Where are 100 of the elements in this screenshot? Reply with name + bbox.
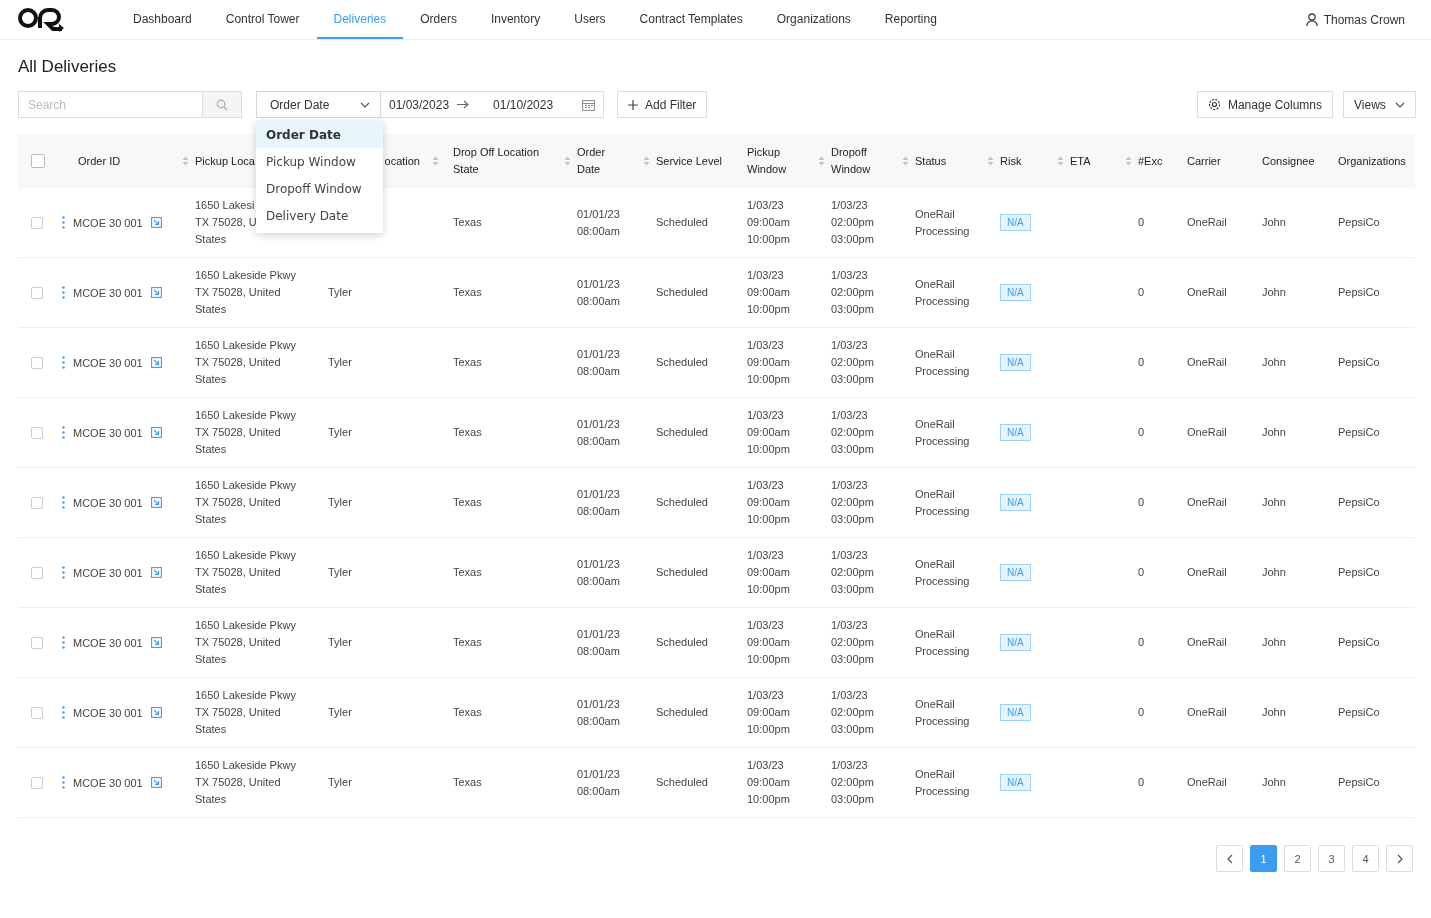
user-icon[interactable] (1305, 13, 1318, 26)
table-cell-text: 1/03/23 09:00am 10:00pm (747, 548, 791, 597)
more-options-icon[interactable] (62, 706, 65, 719)
nav-tab[interactable]: Control Tower (208, 0, 317, 39)
nav-tab[interactable]: Contract Templates (622, 0, 760, 39)
table-cell-text: 0 (1138, 355, 1146, 370)
menu-option[interactable]: Dropoff Window (256, 175, 383, 202)
more-options-icon[interactable] (62, 426, 65, 439)
sort-icon[interactable] (432, 156, 439, 166)
table-cell-text: Scheduled (656, 775, 709, 790)
search-field[interactable]: Search (18, 91, 202, 118)
nav-tab[interactable]: Reporting (867, 0, 954, 39)
table-cell-text: Texas (453, 215, 483, 230)
sort-icon[interactable] (818, 156, 825, 166)
row-checkbox[interactable] (31, 776, 43, 789)
page-button[interactable]: 2 (1284, 845, 1311, 872)
table-cell-text: 1650 Lakeside Pkwy TX 75028, United States (195, 268, 297, 317)
table-cell-text: OneRail (1187, 495, 1228, 510)
settings-icon (1207, 98, 1221, 111)
table-cell-text: Tyler (328, 775, 353, 790)
table-cell: MCOE 30 001 (73, 286, 143, 299)
search-button[interactable] (202, 91, 242, 118)
sort-icon[interactable] (902, 156, 909, 166)
nav-tab[interactable]: Dashboard (116, 0, 209, 39)
previous-page-button[interactable] (1216, 845, 1243, 872)
table-cell-text: OneRail (1187, 425, 1228, 440)
page-button[interactable]: 4 (1352, 845, 1379, 872)
user-name[interactable]: Thomas Crown (1323, 12, 1405, 27)
page-title: All Deliveries (18, 57, 118, 77)
table-cell-text: Texas (453, 635, 483, 650)
date-type-dropdown[interactable]: Order Date (256, 91, 381, 118)
menu-option[interactable]: Delivery Date (256, 202, 383, 229)
table-cell-text: Tyler (328, 355, 353, 370)
menu-option[interactable]: Order Date (256, 121, 383, 148)
sort-icon[interactable] (1125, 156, 1132, 166)
nav-tab[interactable]: Orders (403, 0, 474, 39)
table-cell-text: Scheduled (656, 355, 709, 370)
more-options-icon[interactable] (62, 356, 65, 369)
external-link-icon[interactable] (150, 427, 162, 438)
column-header: Carrier (1187, 153, 1221, 169)
table-cell-text: Texas (453, 775, 483, 790)
views-dropdown[interactable]: Views (1343, 91, 1416, 118)
add-filter-button[interactable]: Add Filter (617, 91, 708, 118)
menu-option[interactable]: Pickup Window (256, 148, 383, 175)
external-link-icon[interactable] (150, 777, 162, 788)
row-checkbox[interactable] (31, 496, 43, 509)
sort-icon[interactable] (643, 156, 650, 166)
row-checkbox[interactable] (31, 566, 43, 579)
external-link-icon[interactable] (150, 637, 162, 648)
table-cell-text: 1650 Lakeside Pkwy TX 75028, United States (195, 758, 297, 807)
column-header: Order Date (577, 145, 606, 177)
page-button[interactable]: 3 (1318, 845, 1345, 872)
table-cell-text: OneRail (1187, 635, 1228, 650)
external-link-icon[interactable] (150, 707, 162, 718)
more-options-icon[interactable] (62, 286, 65, 299)
table-cell-text: 01/01/23 08:00am (577, 206, 621, 239)
external-link-icon[interactable] (150, 567, 162, 578)
select-all-checkbox[interactable] (31, 154, 45, 168)
end-date[interactable]: 01/10/2023 (493, 97, 554, 112)
more-options-icon[interactable] (62, 776, 65, 789)
row-checkbox[interactable] (31, 216, 43, 229)
table-cell-text: PepsiCo (1338, 425, 1381, 440)
external-link-icon[interactable] (150, 357, 162, 368)
table-cell-text: 1650 Lakesi TX 75028, U States (195, 198, 258, 247)
external-link-icon[interactable] (150, 497, 162, 508)
row-checkbox[interactable] (31, 286, 43, 299)
search-icon[interactable] (216, 98, 228, 111)
sort-icon[interactable] (564, 156, 571, 166)
more-options-icon[interactable] (62, 566, 65, 579)
row-checkbox[interactable] (31, 356, 43, 369)
calendar-icon[interactable] (582, 98, 595, 111)
table-cell-text: OneRail Processing (915, 206, 971, 239)
table-cell-text: Scheduled (656, 495, 709, 510)
more-options-icon[interactable] (62, 216, 65, 229)
nav-tab[interactable]: Users (557, 0, 623, 39)
row-checkbox[interactable] (31, 636, 43, 649)
column-header: ocation (384, 153, 420, 169)
sort-icon[interactable] (182, 156, 189, 166)
chevron-right-icon (1396, 853, 1403, 864)
row-checkbox[interactable] (31, 426, 43, 439)
table-cell-text: 1650 Lakeside Pkwy TX 75028, United States (195, 408, 297, 457)
next-page-button[interactable] (1386, 845, 1413, 872)
sort-icon[interactable] (987, 156, 994, 166)
table-cell-text: PepsiCo (1338, 215, 1381, 230)
sort-icon[interactable] (1057, 156, 1064, 166)
table-cell-text: 0 (1138, 425, 1146, 440)
manage-columns-button[interactable]: Manage Columns (1196, 91, 1333, 118)
table-cell-text: Texas (453, 355, 483, 370)
nav-tab[interactable]: Inventory (473, 0, 558, 39)
more-options-icon[interactable] (62, 636, 65, 649)
risk-badge: N/A (1000, 704, 1031, 721)
more-options-icon[interactable] (62, 496, 65, 509)
external-link-icon[interactable] (150, 287, 162, 298)
logo-icon[interactable] (18, 6, 66, 33)
start-date[interactable]: 01/03/2023 (389, 97, 450, 112)
row-checkbox[interactable] (31, 706, 43, 719)
external-link-icon[interactable] (150, 217, 162, 228)
table-cell: MCOE 30 001 (73, 776, 143, 789)
nav-tab[interactable]: Organizations (759, 0, 868, 39)
table-cell-text: Tyler (328, 635, 353, 650)
